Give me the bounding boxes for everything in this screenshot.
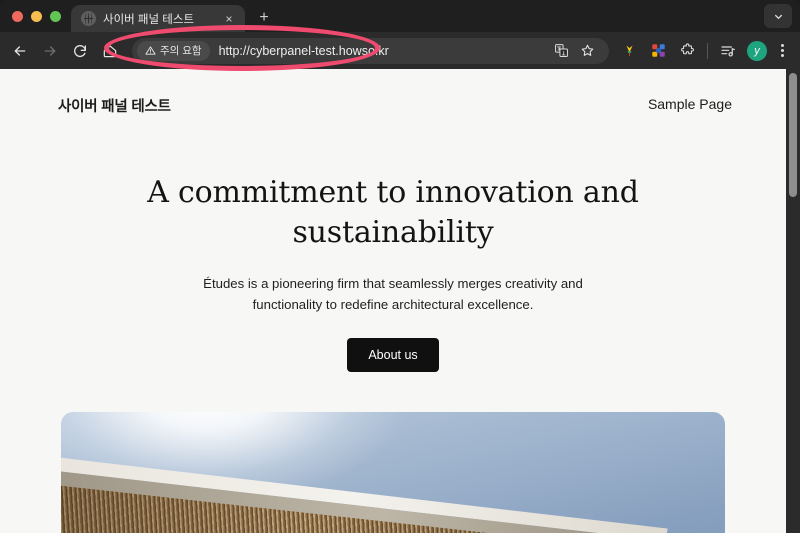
home-button[interactable]: [96, 37, 124, 65]
hero-section: A commitment to innovation and sustainab…: [0, 121, 786, 372]
tab-strip: 사이버 패널 테스트 × +: [0, 0, 800, 32]
page-viewport: 사이버 패널 테스트 Sample Page A commitment to i…: [0, 69, 800, 533]
profile-avatar[interactable]: y: [747, 40, 767, 61]
reading-list-button[interactable]: [714, 37, 742, 65]
address-bar[interactable]: 주의 요함 http://cyberpanel-test.howso.kr: [132, 37, 609, 64]
scrollbar-thumb[interactable]: [789, 73, 797, 197]
browser-tab[interactable]: 사이버 패널 테스트 ×: [71, 5, 245, 32]
back-arrow-icon: [14, 45, 26, 56]
extension-colorful-2-button[interactable]: [644, 37, 672, 65]
browser-menu-button[interactable]: [772, 41, 792, 61]
hero-heading: A commitment to innovation and sustainab…: [147, 175, 639, 250]
site-header: 사이버 패널 테스트 Sample Page: [0, 69, 786, 121]
globe-icon: [81, 11, 96, 26]
extensions-menu-button[interactable]: [673, 37, 701, 65]
maximize-window-button[interactable]: [50, 10, 61, 22]
security-status-label: 주의 요함: [160, 45, 202, 57]
three-dots-icon: [780, 44, 784, 47]
site-title[interactable]: 사이버 패널 테스트: [58, 95, 171, 116]
close-window-button[interactable]: [12, 10, 23, 22]
translate-icon: [554, 44, 568, 57]
hero-paragraph: Études is a pioneering firm that seamles…: [203, 276, 583, 313]
web-page: 사이버 패널 테스트 Sample Page A commitment to i…: [0, 69, 786, 533]
reload-button[interactable]: [66, 37, 94, 65]
tab-search-button[interactable]: [764, 4, 792, 28]
url-text[interactable]: http://cyberpanel-test.howso.kr: [219, 44, 389, 58]
puzzle-icon: [680, 43, 694, 55]
security-status-chip[interactable]: 주의 요함: [137, 40, 210, 61]
home-icon: [103, 44, 117, 57]
minimize-window-button[interactable]: [31, 10, 42, 22]
star-icon: [581, 44, 593, 56]
extension-colorful-1-icon: [625, 45, 633, 57]
window-controls: [8, 0, 71, 32]
toolbar-divider: [707, 42, 708, 59]
chevron-down-icon: [774, 14, 782, 19]
forward-button[interactable]: [36, 37, 64, 65]
reload-icon: [74, 44, 86, 57]
browser-window: 사이버 패널 테스트 × + 주의 요함 http://cyberpanel-t…: [0, 0, 800, 533]
extension-colorful-2-icon: [651, 44, 665, 57]
hero-image: [61, 411, 725, 533]
back-button[interactable]: [6, 37, 34, 65]
browser-toolbar: 주의 요함 http://cyberpanel-test.howso.kr y: [0, 32, 800, 69]
close-icon[interactable]: ×: [221, 11, 237, 27]
site-nav: Sample Page: [648, 96, 732, 114]
reading-list-icon: [721, 45, 735, 57]
bookmark-button[interactable]: [575, 39, 599, 63]
new-tab-button[interactable]: +: [251, 5, 277, 31]
warning-triangle-icon: [145, 46, 156, 55]
about-us-button[interactable]: About us: [347, 337, 439, 372]
tab-title: 사이버 패널 테스트: [103, 13, 195, 26]
forward-arrow-icon: [44, 45, 56, 56]
address-bar-actions: [549, 39, 599, 63]
page-scrollbar[interactable]: [786, 69, 800, 533]
extension-colorful-1-button[interactable]: [615, 37, 643, 65]
toolbar-extensions: y: [615, 37, 792, 65]
nav-link-sample-page[interactable]: Sample Page: [648, 96, 732, 112]
translate-button[interactable]: [549, 39, 573, 63]
